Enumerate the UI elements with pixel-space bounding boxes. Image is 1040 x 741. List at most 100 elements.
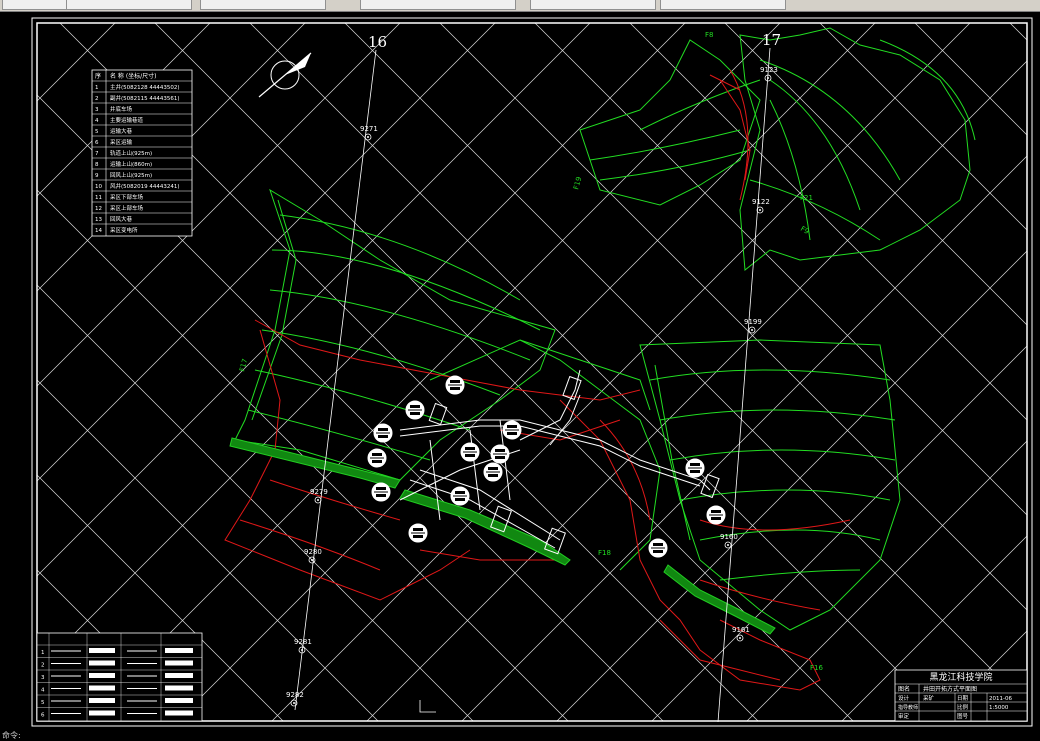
title-row4-a: 审定: [898, 712, 910, 720]
borehole-label: 9160: [720, 533, 738, 541]
label-bubble: [502, 420, 522, 440]
ucs-icon: [419, 700, 436, 713]
symbol-row-no: 2: [41, 663, 45, 669]
label-bubble: [648, 538, 668, 558]
legend-header-no: 序: [95, 72, 101, 80]
label-bubble: [445, 375, 465, 395]
legend-row-text: 轨道上山(925m): [110, 149, 152, 157]
tunnel-network: [399, 369, 720, 555]
borehole-label: 9282: [286, 691, 304, 699]
label-bubble: [460, 442, 480, 462]
title-row2-c: 日期: [957, 695, 969, 702]
symbol-row-no: 4: [41, 688, 45, 694]
command-prompt: 命令:: [2, 731, 21, 740]
tab-3[interactable]: [200, 0, 326, 10]
scale-value: 1:5000: [989, 705, 1009, 711]
cad-drawing-canvas[interactable]: 16 17 9271927992809281928291229199916091…: [0, 11, 1040, 733]
symbol-row-no: 6: [41, 713, 45, 719]
tab-2[interactable]: [66, 0, 192, 10]
borehole: 9271: [360, 125, 378, 141]
title-row2-b: 采矿: [923, 694, 935, 702]
label-bubble: [450, 486, 470, 506]
borehole: 9123: [760, 66, 778, 82]
borehole: 9282: [286, 691, 304, 707]
fault-label: F17: [238, 358, 249, 373]
title-row4-c: 图号: [957, 712, 969, 720]
section-label-right: 17: [762, 31, 781, 49]
command-line[interactable]: 命令:: [0, 731, 1040, 740]
north-arrow-icon: [258, 52, 312, 98]
fault-label: F18: [598, 549, 611, 557]
legend-row-no: 4: [95, 118, 99, 124]
legend-table: 序 名 称 (坐标/尺寸) 1 主井(5082128 44443502) 2 副井(5…: [91, 69, 193, 237]
section-lines: [294, 47, 771, 723]
legend-row-no: 12: [95, 206, 102, 212]
legend-row-text: 采区变电所: [110, 226, 138, 234]
label-bubble: [685, 458, 705, 478]
fault-label: F8: [705, 31, 713, 39]
legend-row-no: 11: [95, 195, 102, 201]
legend-row-text: 主井(5082128 44443502): [110, 83, 180, 91]
legend-row-text: 井底车场: [110, 105, 133, 113]
borehole-label: 9123: [760, 66, 778, 74]
tab-1[interactable]: [2, 0, 68, 10]
symbol-row-no: 5: [41, 700, 45, 706]
legend-row-text: 采区上部车场: [110, 204, 144, 212]
label-bubble: [367, 448, 387, 468]
legend-row-no: 8: [95, 162, 99, 168]
title-row2-a: 设计: [898, 694, 910, 702]
borehole-label: 9281: [294, 638, 312, 646]
symbol-row-no: 1: [41, 650, 45, 656]
borehole-label: 9161: [732, 626, 750, 634]
title-row1-label: 图名: [898, 685, 910, 693]
fault-label: F16: [810, 664, 823, 672]
title-block: 黑龙江科技学院 图名 井田开拓方式平面图 设计 采矿 日期 2011-06 指导…: [894, 669, 1028, 722]
legend-row-no: 5: [95, 129, 99, 135]
borehole-label: 9122: [752, 198, 770, 206]
borehole-label: 9271: [360, 125, 378, 133]
tab-5[interactable]: [530, 0, 656, 10]
borehole: 9160: [720, 533, 738, 549]
label-bubble: [483, 462, 503, 482]
label-bubble: [405, 400, 425, 420]
label-bubble: [408, 523, 428, 543]
legend-header-name: 名 称 (坐标/尺寸): [110, 72, 157, 80]
symbol-legend: 1 2 3 4 5 6: [36, 632, 203, 722]
symbol-row-no: 3: [41, 675, 45, 681]
legend-row-text: 主要运输巷道: [110, 116, 144, 124]
section-label-left: 16: [368, 33, 387, 51]
drawing-title: 井田开拓方式平面图: [923, 685, 977, 693]
legend-row-no: 7: [95, 151, 99, 157]
tab-4[interactable]: [360, 0, 516, 10]
coal-seam-contours: [234, 27, 976, 631]
borehole: 9199: [744, 318, 762, 334]
label-bubble: [371, 482, 391, 502]
label-bubble: [706, 505, 726, 525]
fault-label: F19: [572, 176, 583, 191]
title-row3-a: 指导教师: [898, 704, 918, 711]
legend-row-text: 运输上山(860m): [110, 160, 152, 168]
legend-row-no: 1: [95, 85, 99, 91]
legend-row-no: 2: [95, 96, 99, 102]
school-name: 黑龙江科技学院: [929, 671, 992, 683]
legend-row-text: 回风大巷: [110, 215, 133, 223]
legend-row-text: 采区运输: [110, 138, 133, 146]
fault-label: F21: [800, 194, 813, 202]
borehole-label: 9279: [310, 488, 328, 496]
legend-row-text: 回风上山(925m): [110, 171, 152, 179]
borehole: 9122: [752, 198, 770, 214]
legend-row-text: 风井(5082019 44443241): [110, 182, 180, 190]
legend-row-no: 6: [95, 140, 99, 146]
legend-row-no: 9: [95, 173, 99, 179]
legend-row-text: 副井(5082115 44443561): [110, 94, 180, 102]
label-bubble: [373, 423, 393, 443]
legend-row-text: 采区下部车场: [110, 193, 144, 201]
legend-row-text: 运输大巷: [110, 127, 133, 135]
legend-row-no: 10: [95, 184, 102, 190]
tab-6[interactable]: [660, 0, 786, 10]
label-bubble: [490, 444, 510, 464]
title-row3-c: 比例: [957, 703, 969, 711]
borehole: 9279: [310, 488, 328, 504]
fault-and-boundary-lines: [224, 69, 851, 691]
legend-row-no: 13: [95, 217, 102, 223]
